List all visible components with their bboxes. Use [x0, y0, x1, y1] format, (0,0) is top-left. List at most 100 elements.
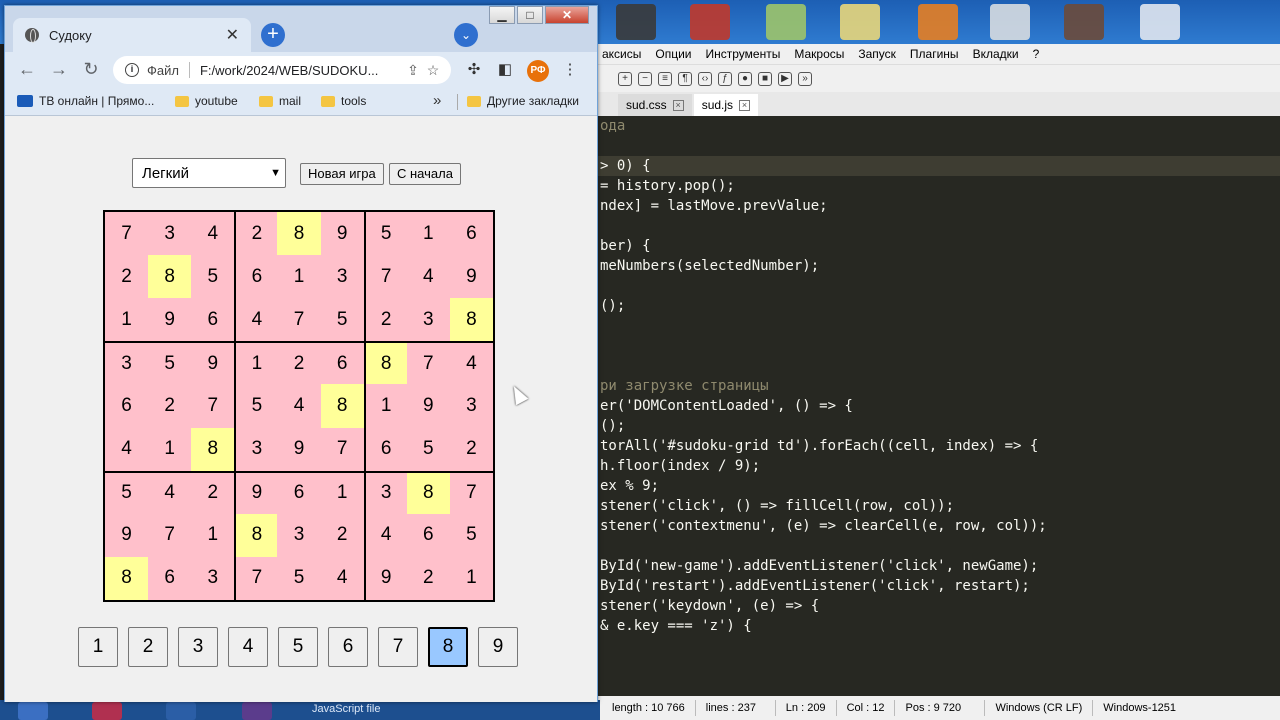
stop-macro-icon[interactable]: ■ — [758, 71, 772, 86]
pilcrow-icon[interactable]: ¶ — [678, 71, 692, 86]
sudoku-cell[interactable]: 2 — [406, 556, 450, 600]
info-icon[interactable]: i — [125, 63, 139, 77]
share-icon[interactable]: ⇪ — [403, 62, 423, 79]
sudoku-cell[interactable]: 5 — [234, 384, 278, 428]
number-button-2[interactable]: 2 — [128, 627, 168, 667]
sudoku-cell[interactable]: 8 — [449, 298, 493, 342]
play-multiple-icon[interactable]: » — [798, 71, 812, 86]
sudoku-cell[interactable]: 4 — [406, 255, 450, 299]
zoom-in-icon[interactable]: + — [618, 71, 632, 86]
editor-menu-item[interactable]: Плагины — [910, 47, 959, 61]
sudoku-cell[interactable]: 3 — [363, 470, 407, 514]
sudoku-cell[interactable]: 6 — [277, 470, 321, 514]
sudoku-cell[interactable]: 9 — [449, 255, 493, 299]
sudoku-cell[interactable]: 2 — [449, 427, 493, 471]
editor-menu-item[interactable]: Вкладки — [973, 47, 1019, 61]
desktop-app-icon[interactable] — [990, 4, 1030, 40]
sudoku-cell[interactable]: 9 — [105, 513, 149, 557]
close-icon[interactable]: ✕ — [226, 25, 239, 45]
bookmark-folder[interactable]: tools — [321, 94, 366, 108]
editor-menu-item[interactable]: аксисы — [602, 47, 641, 61]
desktop-app-icon[interactable] — [918, 4, 958, 40]
sudoku-cell[interactable]: 8 — [277, 212, 321, 256]
double-chevron-right-icon[interactable]: » — [433, 92, 441, 109]
number-button-6[interactable]: 6 — [328, 627, 368, 667]
taskbar-app-icon[interactable] — [92, 702, 122, 720]
restart-button[interactable]: С начала — [389, 163, 461, 185]
window-close-button[interactable]: ✕ — [545, 6, 589, 24]
sudoku-cell[interactable]: 8 — [191, 427, 235, 471]
number-button-1[interactable]: 1 — [78, 627, 118, 667]
sudoku-cell[interactable]: 4 — [320, 556, 364, 600]
chevron-down-icon[interactable]: ⌄ — [454, 23, 478, 47]
sudoku-cell[interactable]: 3 — [449, 384, 493, 428]
back-arrow-icon[interactable]: ← — [15, 58, 39, 82]
desktop-app-icon[interactable] — [840, 4, 880, 40]
new-game-button[interactable]: Новая игра — [300, 163, 384, 185]
number-button-8[interactable]: 8 — [428, 627, 468, 667]
number-button-9[interactable]: 9 — [478, 627, 518, 667]
sudoku-cell[interactable]: 4 — [148, 470, 192, 514]
difficulty-select[interactable]: Легкий ▼ — [132, 158, 286, 188]
sudoku-cell[interactable]: 2 — [234, 212, 278, 256]
sudoku-cell[interactable]: 3 — [320, 255, 364, 299]
browser-tab[interactable]: Судоку ✕ — [13, 18, 251, 52]
sudoku-cell[interactable]: 4 — [105, 427, 149, 471]
sudoku-cell[interactable]: 8 — [406, 470, 450, 514]
sudoku-cell[interactable]: 8 — [363, 341, 407, 385]
zoom-out-icon[interactable]: − — [638, 71, 652, 86]
other-bookmarks-folder[interactable]: Другие закладки — [467, 94, 579, 108]
sudoku-cell[interactable]: 5 — [191, 255, 235, 299]
sudoku-cell[interactable]: 2 — [277, 341, 321, 385]
sudoku-cell[interactable]: 1 — [449, 556, 493, 600]
sudoku-cell[interactable]: 8 — [148, 255, 192, 299]
sudoku-cell[interactable]: 4 — [449, 341, 493, 385]
sudoku-cell[interactable]: 6 — [148, 556, 192, 600]
play-macro-icon[interactable]: ▶ — [778, 71, 792, 86]
sudoku-cell[interactable]: 2 — [148, 384, 192, 428]
sudoku-cell[interactable]: 4 — [191, 212, 235, 256]
editor-menu-item[interactable]: Запуск — [858, 47, 896, 61]
sudoku-cell[interactable]: 7 — [105, 212, 149, 256]
sudoku-cell[interactable]: 8 — [320, 384, 364, 428]
sudoku-cell[interactable]: 3 — [105, 341, 149, 385]
desktop-app-icon[interactable] — [690, 4, 730, 40]
sudoku-cell[interactable]: 5 — [148, 341, 192, 385]
sudoku-cell[interactable]: 7 — [234, 556, 278, 600]
sudoku-cell[interactable]: 6 — [363, 427, 407, 471]
sudoku-cell[interactable]: 8 — [105, 556, 149, 600]
sudoku-cell[interactable]: 1 — [148, 427, 192, 471]
address-bar[interactable]: i Файл F:/work/2024/WEB/SUDOKU... ⇪ ☆ — [113, 56, 451, 84]
sudoku-cell[interactable]: 8 — [234, 513, 278, 557]
sudoku-cell[interactable]: 2 — [320, 513, 364, 557]
bookmark-folder[interactable]: mail — [259, 94, 301, 108]
sudoku-cell[interactable]: 7 — [363, 255, 407, 299]
sudoku-cell[interactable]: 9 — [191, 341, 235, 385]
sudoku-cell[interactable]: 3 — [406, 298, 450, 342]
sudoku-cell[interactable]: 7 — [406, 341, 450, 385]
function-icon[interactable]: ƒ — [718, 71, 732, 86]
sudoku-cell[interactable]: 5 — [277, 556, 321, 600]
desktop-app-icon[interactable] — [766, 4, 806, 40]
sudoku-cell[interactable]: 3 — [191, 556, 235, 600]
bookmark-folder[interactable]: youtube — [175, 94, 238, 108]
sudoku-cell[interactable]: 5 — [406, 427, 450, 471]
more-vert-icon[interactable]: ⋮ — [560, 60, 580, 80]
sudoku-cell[interactable]: 9 — [148, 298, 192, 342]
sudoku-cell[interactable]: 6 — [406, 513, 450, 557]
editor-tab-sud-css[interactable]: sud.css × — [618, 94, 692, 116]
sudoku-cell[interactable]: 6 — [234, 255, 278, 299]
editor-menu-item[interactable]: Опции — [655, 47, 691, 61]
record-macro-icon[interactable]: ● — [738, 71, 752, 86]
taskbar-app-icon[interactable] — [166, 702, 196, 720]
taskbar-app-icon[interactable] — [242, 702, 272, 720]
wrap-icon[interactable]: ≡ — [658, 71, 672, 86]
minimize-button[interactable]: ▁ — [489, 6, 515, 24]
sudoku-cell[interactable]: 1 — [363, 384, 407, 428]
desktop-app-icon[interactable] — [1140, 4, 1180, 40]
sudoku-cell[interactable]: 3 — [148, 212, 192, 256]
editor-tab-sud-js[interactable]: sud.js × — [693, 94, 759, 116]
sudoku-cell[interactable]: 1 — [105, 298, 149, 342]
sudoku-cell[interactable]: 1 — [277, 255, 321, 299]
sudoku-cell[interactable]: 2 — [105, 255, 149, 299]
